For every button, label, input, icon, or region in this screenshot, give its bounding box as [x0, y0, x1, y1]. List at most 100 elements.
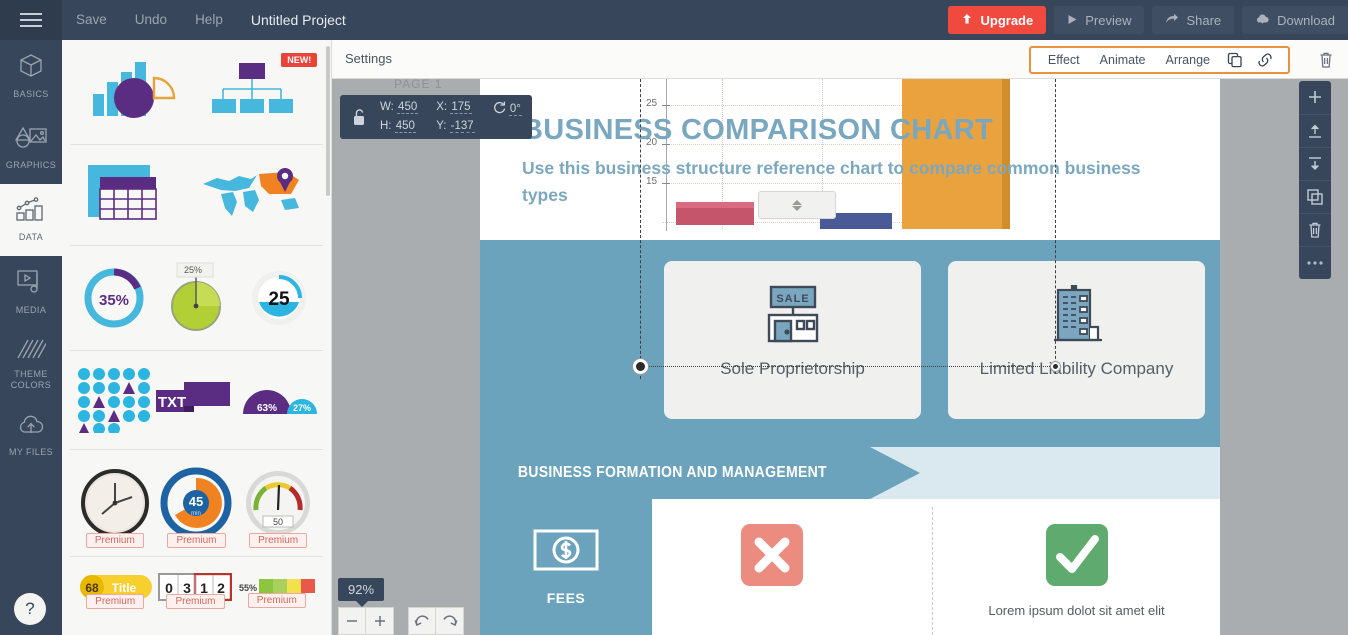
- chart-data-icon: [15, 197, 47, 228]
- more-options-icon[interactable]: [1299, 246, 1331, 279]
- fees-column[interactable]: FEES: [480, 499, 652, 635]
- cube-icon: [17, 52, 45, 85]
- y-field[interactable]: Y: -137: [436, 120, 475, 133]
- comparison-cell-1[interactable]: [652, 499, 892, 635]
- asset-row-pictorial: TXT 63% 27%: [70, 351, 323, 450]
- donut-35-thumb[interactable]: 35%: [80, 264, 148, 332]
- send-to-back-icon[interactable]: [1299, 147, 1331, 180]
- preview-button[interactable]: Preview: [1054, 6, 1145, 34]
- x-field[interactable]: X: 175: [436, 101, 474, 115]
- link-icon[interactable]: [1251, 52, 1280, 68]
- redo-arrow-icon[interactable]: [436, 607, 464, 635]
- pie-25-thumb[interactable]: 25%: [159, 262, 233, 334]
- object-toolbar: [1299, 81, 1331, 279]
- sidebar-item-basics[interactable]: BASICS: [0, 40, 62, 112]
- digit-counter-thumb[interactable]: 03 12 Premium: [158, 573, 233, 609]
- effect-button[interactable]: Effect: [1039, 53, 1089, 67]
- upgrade-button[interactable]: Upgrade: [948, 6, 1047, 34]
- world-map-thumb[interactable]: [199, 164, 307, 226]
- comparison-cell-2[interactable]: Lorem ipsum dolot sit amet elit: [933, 499, 1220, 635]
- project-title[interactable]: Untitled Project: [237, 0, 360, 40]
- rotation-field[interactable]: 0°: [493, 101, 522, 116]
- size-fields: W: 450 X: 175 0° H: 450 Y: -137: [380, 101, 522, 133]
- sidebar-item-theme-colors[interactable]: THEME COLORS: [0, 328, 62, 400]
- sidebar-item-graphics[interactable]: GRAPHICS: [0, 112, 62, 184]
- left-rail: BASICS GRAPHICS DATA MEDIA THEME COLORS …: [0, 40, 62, 635]
- workspace[interactable]: PAGE 1 25 20 15 BUSINESS COMPARISON CHAR…: [332, 79, 1348, 635]
- table-thumb[interactable]: [86, 161, 174, 229]
- top-bar-actions: Upgrade Preview Share Download: [948, 6, 1348, 34]
- x-label: X:: [436, 101, 448, 113]
- menu-item-save[interactable]: Save: [62, 0, 121, 40]
- sidebar-item-my-files[interactable]: MY FILES: [0, 400, 62, 472]
- bring-to-front-icon[interactable]: [1299, 114, 1331, 147]
- video-media-icon: [16, 268, 46, 301]
- card-limited-liability-company[interactable]: Limited Liability Company: [948, 261, 1205, 419]
- card-label: Sole Proprietorship: [720, 359, 865, 378]
- speedometer-thumb[interactable]: 50 Premium: [241, 466, 315, 548]
- premium-badge: Premium: [166, 594, 225, 609]
- menu-item-help[interactable]: Help: [181, 0, 237, 40]
- counter-25-thumb[interactable]: 25: [245, 264, 313, 332]
- canvas-title[interactable]: BUSINESS COMPARISON CHART: [522, 114, 993, 147]
- sidebar-item-media[interactable]: MEDIA: [0, 256, 62, 328]
- asset-row-counters: 68 Title Premium 03 12 Premium 55% Premi…: [70, 557, 323, 617]
- delete-icon[interactable]: [1299, 213, 1331, 246]
- zoom-in-button[interactable]: [366, 607, 394, 635]
- card-label: Limited Liability Company: [979, 359, 1174, 378]
- share-button[interactable]: Share: [1152, 6, 1235, 34]
- undo-arrow-icon[interactable]: [408, 607, 436, 635]
- height-value[interactable]: 450: [394, 120, 416, 133]
- diagonal-lines-icon: [16, 338, 47, 365]
- help-button[interactable]: ?: [14, 593, 46, 625]
- hamburger-icon[interactable]: [0, 0, 62, 40]
- text-banner-thumb[interactable]: TXT: [156, 380, 236, 420]
- chart-bar-1[interactable]: [676, 207, 754, 225]
- analog-clock-thumb[interactable]: Premium: [78, 466, 152, 548]
- svg-text:25%: 25%: [184, 265, 202, 275]
- panel-scrollbar[interactable]: [326, 46, 330, 196]
- premium-badge: Premium: [167, 533, 226, 548]
- upgrade-button-label: Upgrade: [980, 12, 1034, 28]
- trash-icon[interactable]: [1318, 51, 1334, 74]
- icon-matrix-thumb[interactable]: [76, 367, 152, 433]
- progress-bar-thumb[interactable]: 55% Premium: [237, 574, 317, 608]
- height-field[interactable]: H: 450: [380, 120, 418, 133]
- download-button[interactable]: Download: [1242, 6, 1348, 34]
- rotation-value[interactable]: 0°: [508, 103, 522, 116]
- history-group: [408, 607, 464, 635]
- sidebar-item-data[interactable]: DATA: [0, 184, 62, 256]
- arrange-button[interactable]: Arrange: [1157, 53, 1219, 67]
- y-value[interactable]: -137: [449, 120, 475, 133]
- section-banner-label: BUSINESS FORMATION AND MANAGEMENT: [517, 464, 827, 481]
- width-field[interactable]: W: 450: [380, 101, 419, 115]
- org-chart-thumb[interactable]: NEW!: [211, 53, 318, 125]
- selection-handle-left[interactable]: [633, 359, 648, 374]
- card-sole-proprietorship[interactable]: SALE Sole Proprietorship: [664, 261, 921, 419]
- canvas-subtitle[interactable]: Use this business structure reference ch…: [522, 155, 1162, 209]
- title-counter-thumb[interactable]: 68 Title Premium: [76, 573, 154, 609]
- premium-badge: Premium: [247, 593, 306, 608]
- height-label: H:: [380, 120, 392, 132]
- design-canvas[interactable]: 25 20 15 BUSINESS COMPARISON CHART Use t…: [480, 79, 1220, 635]
- preview-button-label: Preview: [1085, 12, 1132, 28]
- bar-pie-chart-thumb[interactable]: [90, 56, 180, 128]
- semi-donut-thumb[interactable]: 63% 27%: [241, 380, 317, 420]
- timer-45-thumb[interactable]: 45 min Premium: [159, 466, 233, 548]
- zoom-out-button[interactable]: [338, 607, 366, 635]
- unlocked-icon[interactable]: [346, 107, 372, 127]
- sidebar-item-label: MEDIA: [15, 305, 47, 315]
- size-position-popup[interactable]: W: 450 X: 175 0° H: 450 Y: -137: [340, 95, 532, 139]
- add-icon[interactable]: [1299, 81, 1331, 114]
- selection-handle-right[interactable]: [1051, 362, 1060, 371]
- copy-icon[interactable]: [1221, 52, 1249, 68]
- x-value[interactable]: 175: [450, 101, 472, 114]
- duplicate-icon[interactable]: [1299, 180, 1331, 213]
- asset-row-gauges: 35% 25% 25: [70, 246, 323, 351]
- menu-item-undo[interactable]: Undo: [121, 0, 181, 40]
- chart-tick-mark: [662, 105, 670, 106]
- width-value[interactable]: 450: [397, 101, 419, 114]
- fees-label: FEES: [546, 590, 586, 606]
- svg-text:TXT: TXT: [158, 394, 186, 411]
- animate-button[interactable]: Animate: [1091, 53, 1155, 67]
